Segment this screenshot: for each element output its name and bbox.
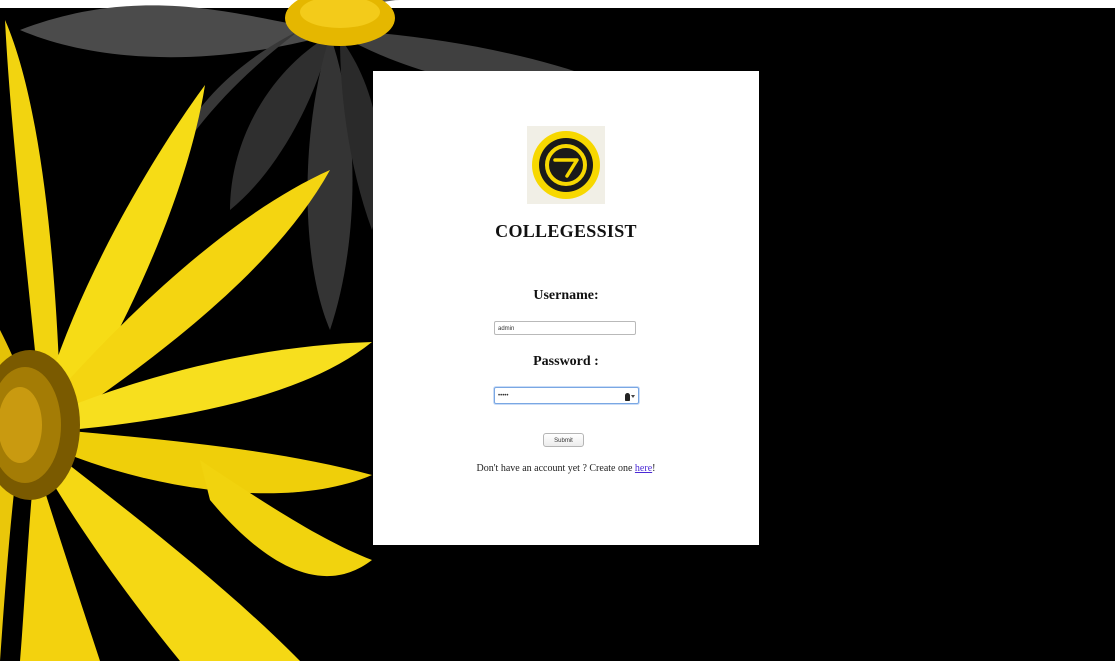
login-page: COLLEGESSIST Username: admin Password : … — [0, 0, 1115, 661]
username-label: Username: — [533, 288, 599, 303]
signup-link[interactable]: here — [635, 463, 652, 474]
key-icon — [625, 392, 630, 401]
signup-suffix: ! — [652, 463, 656, 474]
collegessist-logo-icon — [532, 131, 600, 199]
submit-button[interactable]: Submit — [543, 433, 584, 447]
username-value: admin — [498, 326, 515, 332]
login-card: COLLEGESSIST Username: admin Password : … — [373, 71, 759, 545]
collegessist-logo — [527, 126, 605, 204]
password-manager-button[interactable] — [625, 388, 635, 405]
password-label: Password : — [533, 354, 599, 369]
password-input[interactable]: ••••• — [494, 387, 639, 404]
signup-prompt: Don't have an account yet ? Create one h… — [373, 463, 759, 474]
password-value: ••••• — [498, 393, 509, 399]
chevron-down-icon — [631, 395, 635, 398]
username-input[interactable]: admin — [494, 321, 636, 335]
signup-text: Don't have an account yet ? Create one — [476, 463, 635, 474]
brand-title: COLLEGESSIST — [495, 221, 637, 241]
